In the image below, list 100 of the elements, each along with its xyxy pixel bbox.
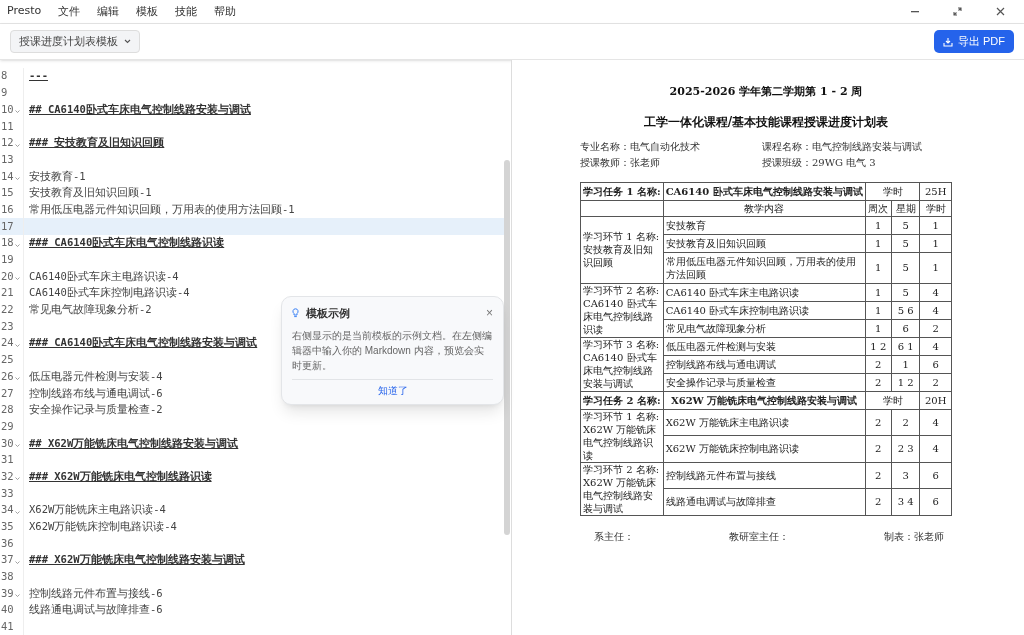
table-cell: 3 4	[891, 488, 920, 515]
table-cell: 1	[865, 252, 892, 283]
table-cell: 2	[919, 373, 952, 391]
table-cell: 学习任务 1 名称:	[580, 182, 664, 200]
line-number: 28	[1, 402, 14, 418]
table-cell: 控制线路元件布置与接线	[663, 462, 866, 489]
table-cell: 学习任务 2 名称:	[580, 391, 664, 409]
table-cell: 学时	[865, 182, 920, 200]
table-cell: 1	[865, 283, 892, 301]
table-cell: X62W 万能铣床电气控制线路安装与调试	[663, 391, 866, 409]
line-number: 18	[1, 235, 14, 251]
table-cell: 常用低压电器元件知识回顾，万用表的使用方法回顾	[663, 252, 866, 283]
table-cell: 6	[891, 319, 920, 337]
line-number: 31	[1, 452, 14, 468]
markdown-heading: ### CA6140卧式车床电气控制线路安装与调试	[29, 335, 258, 351]
line-number: 22	[1, 302, 14, 318]
line-number: 8	[1, 68, 8, 84]
markdown-heading: ## CA6140卧式车床电气控制线路安装与调试	[29, 101, 251, 117]
table-header: 学时	[919, 200, 952, 216]
line-number: 11	[1, 118, 14, 134]
table-cell: 4	[919, 337, 952, 355]
document-title: 2025-2026 学年第二学期第 1 - 2 周	[668, 84, 864, 100]
line-number: 40	[1, 602, 14, 618]
line-number: 23	[1, 318, 14, 334]
line-number: 38	[1, 569, 14, 585]
meta-field: 授课班级：29WG 电气 3	[762, 154, 952, 170]
table-cell: 学习环节 2 名称: X62W 万能铣床电气控制线路安装与调试	[580, 462, 664, 515]
line-number: 25	[1, 352, 14, 368]
table-cell: 2	[865, 435, 892, 462]
table-cell: 4	[919, 435, 952, 462]
table-cell: 5 6	[891, 301, 920, 319]
line-number: 20	[1, 268, 14, 284]
table-cell: 25H	[919, 182, 952, 200]
table-cell: 6	[919, 462, 952, 489]
table-cell: 6	[919, 488, 952, 515]
signature-label: 教研室主任：	[729, 529, 789, 544]
line-number: 32	[1, 468, 14, 484]
table-cell: 20H	[919, 391, 952, 409]
code-line: 安技教育及旧知识回顾-1	[29, 185, 152, 201]
table-cell: CA6140 卧式车床主电路识读	[663, 283, 866, 301]
markdown-heading: ### 安技教育及旧知识回顾	[29, 135, 165, 151]
code-line: X62W万能铣床控制电路识读-4	[29, 519, 177, 535]
table-cell: 2 3	[891, 435, 920, 462]
popover-title: 模板示例	[306, 306, 350, 321]
markdown-heading: ---	[29, 68, 48, 84]
line-number: 15	[1, 185, 14, 201]
table-cell: X62W 万能铣床控制电路识读	[663, 435, 866, 462]
table-cell: 3	[891, 462, 920, 489]
table-cell: CA6140 卧式车床电气控制线路安装与调试	[663, 182, 866, 200]
table-cell: 2	[865, 488, 892, 515]
markdown-heading: ### CA6140卧式车床电气控制线路识读	[29, 235, 225, 251]
table-header: 周次	[865, 200, 892, 216]
code-line: 控制线路布线与通电调试-6	[29, 385, 163, 401]
table-cell: 4	[919, 301, 952, 319]
signature-label: 制表：张老师	[884, 529, 944, 544]
line-number: 35	[1, 519, 14, 535]
line-number: 27	[1, 385, 14, 401]
table-cell: 学习环节 3 名称: CA6140 卧式车床电气控制线路安装与调试	[580, 337, 664, 391]
code-line: CA6140卧式车床控制电路识读-4	[29, 285, 190, 301]
table-cell: 学习环节 2 名称: CA6140 卧式车床电气控制线路识读	[580, 283, 664, 337]
table-cell: 1 2	[891, 373, 920, 391]
line-number: 29	[1, 418, 14, 434]
line-number: 19	[1, 252, 14, 268]
table-cell: 5	[891, 252, 920, 283]
document-subtitle: 工学一体化课程/基本技能课程授课进度计划表	[642, 113, 890, 131]
code-line: 线路通电调试与故障排查-6	[29, 602, 163, 618]
code-line: 安全操作记录与质量检查-2	[29, 402, 163, 418]
table-cell: 1	[919, 216, 952, 234]
line-number: 10	[1, 101, 14, 117]
table-cell: 1	[865, 234, 892, 252]
table-cell: 1	[891, 355, 920, 373]
table-cell: 学时	[865, 391, 920, 409]
meta-field: 授课教师：张老师	[580, 154, 762, 170]
table-cell: 1	[865, 301, 892, 319]
table-cell: CA6140 卧式车床控制电路识读	[663, 301, 866, 319]
table-cell: 2	[865, 462, 892, 489]
app-title: Presto	[7, 3, 42, 20]
line-number: 13	[1, 151, 14, 167]
table-cell: 1 2	[865, 337, 892, 355]
table-cell: 1	[865, 319, 892, 337]
table-cell: 学习环节 1 名称: 安技教育及旧知识回顾	[580, 216, 664, 283]
line-number: 37	[1, 552, 14, 568]
table-cell: 控制线路布线与通电调试	[663, 355, 866, 373]
table-cell: 低压电器元件检测与安装	[663, 337, 866, 355]
line-number: 26	[1, 368, 14, 384]
signature-label: 系主任：	[594, 529, 634, 544]
table-cell: 4	[919, 409, 952, 436]
markdown-heading: ### X62W万能铣床电气控制线路安装与调试	[29, 552, 245, 568]
table-cell: 常见电气故障现象分析	[663, 319, 866, 337]
line-number: 36	[1, 535, 14, 551]
table-cell: 2	[919, 319, 952, 337]
line-number: 30	[1, 435, 14, 451]
table-cell: 线路通电调试与故障排查	[663, 488, 866, 515]
code-line: 常见电气故障现象分析-2	[29, 302, 152, 318]
meta-field: 课程名称：电气控制线路安装与调试	[762, 138, 952, 154]
table-cell: 2	[865, 355, 892, 373]
table-cell: 5	[891, 283, 920, 301]
line-number: 17	[1, 218, 14, 234]
table-cell: 2	[891, 409, 920, 436]
table-cell: 2	[865, 373, 892, 391]
